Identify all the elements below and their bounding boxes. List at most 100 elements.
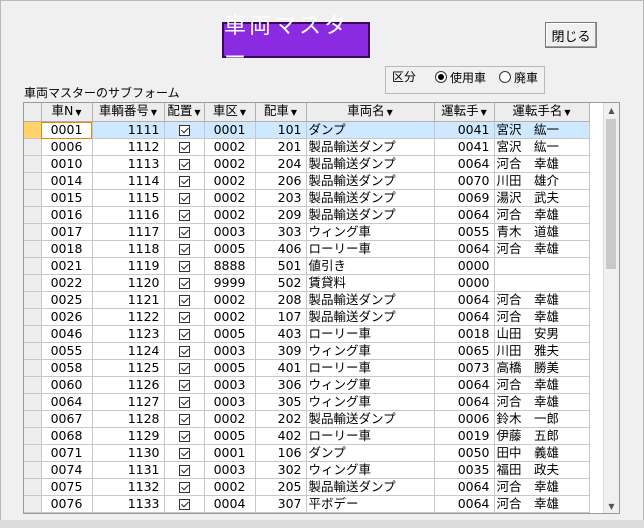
cell-vehicle-no[interactable]: 0055	[41, 342, 93, 360]
cell-vehicle-class[interactable]: 9999	[204, 274, 256, 292]
cell-driver-name[interactable]: 川田 雄介	[494, 172, 590, 190]
record-selector[interactable]	[24, 291, 42, 309]
radio-active-label[interactable]: 使用車	[450, 69, 486, 86]
table-row[interactable]: 0074 1131 0003 302 ウィング車 0035 福田 政夫	[24, 461, 590, 479]
cell-driver-code[interactable]: 0041	[434, 121, 495, 139]
checkbox-checked-icon[interactable]	[178, 448, 190, 459]
cell-driver-name[interactable]: 伊藤 五郎	[494, 427, 590, 445]
cell-driver-code[interactable]: 0064	[434, 155, 495, 173]
cell-haichi-checkbox[interactable]	[164, 427, 205, 445]
table-row[interactable]: 0071 1130 0001 106 ダンプ 0050 田中 義雄	[24, 444, 590, 462]
cell-vehicle-number[interactable]: 1113	[92, 155, 165, 173]
cell-vehicle-class[interactable]: 0002	[204, 138, 256, 156]
cell-dispatch[interactable]: 204	[255, 155, 307, 173]
cell-vehicle-class[interactable]: 0002	[204, 410, 256, 428]
cell-vehicle-class[interactable]: 0002	[204, 189, 256, 207]
cell-vehicle-no[interactable]: 0064	[41, 393, 93, 411]
cell-vehicle-number[interactable]: 1126	[92, 376, 165, 394]
cell-vehicle-name[interactable]: 平ボデー	[306, 495, 435, 513]
cell-vehicle-number[interactable]: 1133	[92, 495, 165, 513]
cell-dispatch[interactable]: 306	[255, 376, 307, 394]
cell-vehicle-class[interactable]: 0001	[204, 444, 256, 462]
cell-vehicle-no[interactable]: 0021	[41, 257, 93, 275]
cell-vehicle-no[interactable]: 0076	[41, 495, 93, 513]
record-selector[interactable]	[24, 495, 42, 513]
cell-dispatch[interactable]: 209	[255, 206, 307, 224]
table-row[interactable]: 0060 1126 0003 306 ウィング車 0064 河合 幸雄	[24, 376, 590, 394]
cell-haichi-checkbox[interactable]	[164, 121, 205, 139]
record-selector[interactable]	[24, 274, 42, 292]
cell-driver-name[interactable]: 湯沢 武夫	[494, 189, 590, 207]
checkbox-checked-icon[interactable]	[178, 295, 190, 306]
cell-vehicle-no[interactable]: 0060	[41, 376, 93, 394]
cell-driver-name[interactable]: 宮沢 紘一	[494, 138, 590, 156]
cell-dispatch[interactable]: 303	[255, 223, 307, 241]
table-row[interactable]: 0067 1128 0002 202 製品輸送ダンプ 0006 鈴木 一郎	[24, 410, 590, 428]
cell-vehicle-number[interactable]: 1125	[92, 359, 165, 377]
cell-vehicle-number[interactable]: 1114	[92, 172, 165, 190]
record-selector[interactable]	[24, 121, 42, 139]
record-selector[interactable]	[24, 172, 42, 190]
checkbox-checked-icon[interactable]	[178, 210, 190, 221]
cell-vehicle-number[interactable]: 1124	[92, 342, 165, 360]
cell-vehicle-no[interactable]: 0046	[41, 325, 93, 343]
cell-vehicle-number[interactable]: 1122	[92, 308, 165, 326]
table-row[interactable]: 0010 1113 0002 204 製品輸送ダンプ 0064 河合 幸雄	[24, 155, 590, 173]
record-selector[interactable]	[24, 427, 42, 445]
record-selector[interactable]	[24, 189, 42, 207]
cell-vehicle-no[interactable]: 0017	[41, 223, 93, 241]
cell-haichi-checkbox[interactable]	[164, 155, 205, 173]
cell-vehicle-name[interactable]: ローリー車	[306, 240, 435, 258]
cell-driver-code[interactable]: 0064	[434, 308, 495, 326]
cell-driver-name[interactable]: 河合 幸雄	[494, 240, 590, 258]
cell-vehicle-name[interactable]: 製品輸送ダンプ	[306, 172, 435, 190]
checkbox-checked-icon[interactable]	[178, 261, 190, 272]
cell-vehicle-no[interactable]: 0067	[41, 410, 93, 428]
checkbox-checked-icon[interactable]	[178, 176, 190, 187]
checkbox-checked-icon[interactable]	[178, 329, 190, 340]
cell-haichi-checkbox[interactable]	[164, 172, 205, 190]
cell-dispatch[interactable]: 401	[255, 359, 307, 377]
checkbox-checked-icon[interactable]	[178, 159, 190, 170]
checkbox-checked-icon[interactable]	[178, 380, 190, 391]
cell-vehicle-class[interactable]: 0004	[204, 495, 256, 513]
cell-haichi-checkbox[interactable]	[164, 189, 205, 207]
cell-vehicle-name[interactable]: ウィング車	[306, 342, 435, 360]
cell-driver-name[interactable]: 山田 安男	[494, 325, 590, 343]
table-row[interactable]: 0021 1119 8888 501 値引き 0000	[24, 257, 590, 275]
cell-dispatch[interactable]: 107	[255, 308, 307, 326]
record-selector[interactable]	[24, 257, 42, 275]
cell-haichi-checkbox[interactable]	[164, 359, 205, 377]
cell-haichi-checkbox[interactable]	[164, 325, 205, 343]
column-header[interactable]: 車N ▼	[41, 103, 93, 122]
cell-haichi-checkbox[interactable]	[164, 444, 205, 462]
cell-haichi-checkbox[interactable]	[164, 257, 205, 275]
cell-driver-code[interactable]: 0064	[434, 478, 495, 496]
cell-vehicle-class[interactable]: 0002	[204, 206, 256, 224]
table-row[interactable]: 0064 1127 0003 305 ウィング車 0064 河合 幸雄	[24, 393, 590, 411]
cell-dispatch[interactable]: 406	[255, 240, 307, 258]
checkbox-checked-icon[interactable]	[178, 278, 190, 289]
cell-vehicle-class[interactable]: 0002	[204, 291, 256, 309]
cell-vehicle-number[interactable]: 1119	[92, 257, 165, 275]
record-selector[interactable]	[24, 155, 42, 173]
column-header[interactable]: 運転手名 ▼	[494, 103, 590, 122]
cell-vehicle-name[interactable]: 製品輸送ダンプ	[306, 291, 435, 309]
cell-driver-code[interactable]: 0064	[434, 206, 495, 224]
record-selector[interactable]	[24, 393, 42, 411]
cell-vehicle-class[interactable]: 0001	[204, 121, 256, 139]
cell-driver-name[interactable]: 河合 幸雄	[494, 206, 590, 224]
cell-dispatch[interactable]: 307	[255, 495, 307, 513]
cell-vehicle-class[interactable]: 0003	[204, 461, 256, 479]
cell-haichi-checkbox[interactable]	[164, 410, 205, 428]
cell-driver-name[interactable]: 河合 幸雄	[494, 478, 590, 496]
cell-haichi-checkbox[interactable]	[164, 461, 205, 479]
table-row[interactable]: 0055 1124 0003 309 ウィング車 0065 川田 雅夫	[24, 342, 590, 360]
cell-vehicle-name[interactable]: 製品輸送ダンプ	[306, 206, 435, 224]
cell-dispatch[interactable]: 203	[255, 189, 307, 207]
record-selector[interactable]	[24, 342, 42, 360]
cell-driver-name[interactable]	[494, 257, 590, 275]
cell-vehicle-name[interactable]: 製品輸送ダンプ	[306, 155, 435, 173]
cell-vehicle-number[interactable]: 1127	[92, 393, 165, 411]
cell-vehicle-name[interactable]: ウィング車	[306, 223, 435, 241]
